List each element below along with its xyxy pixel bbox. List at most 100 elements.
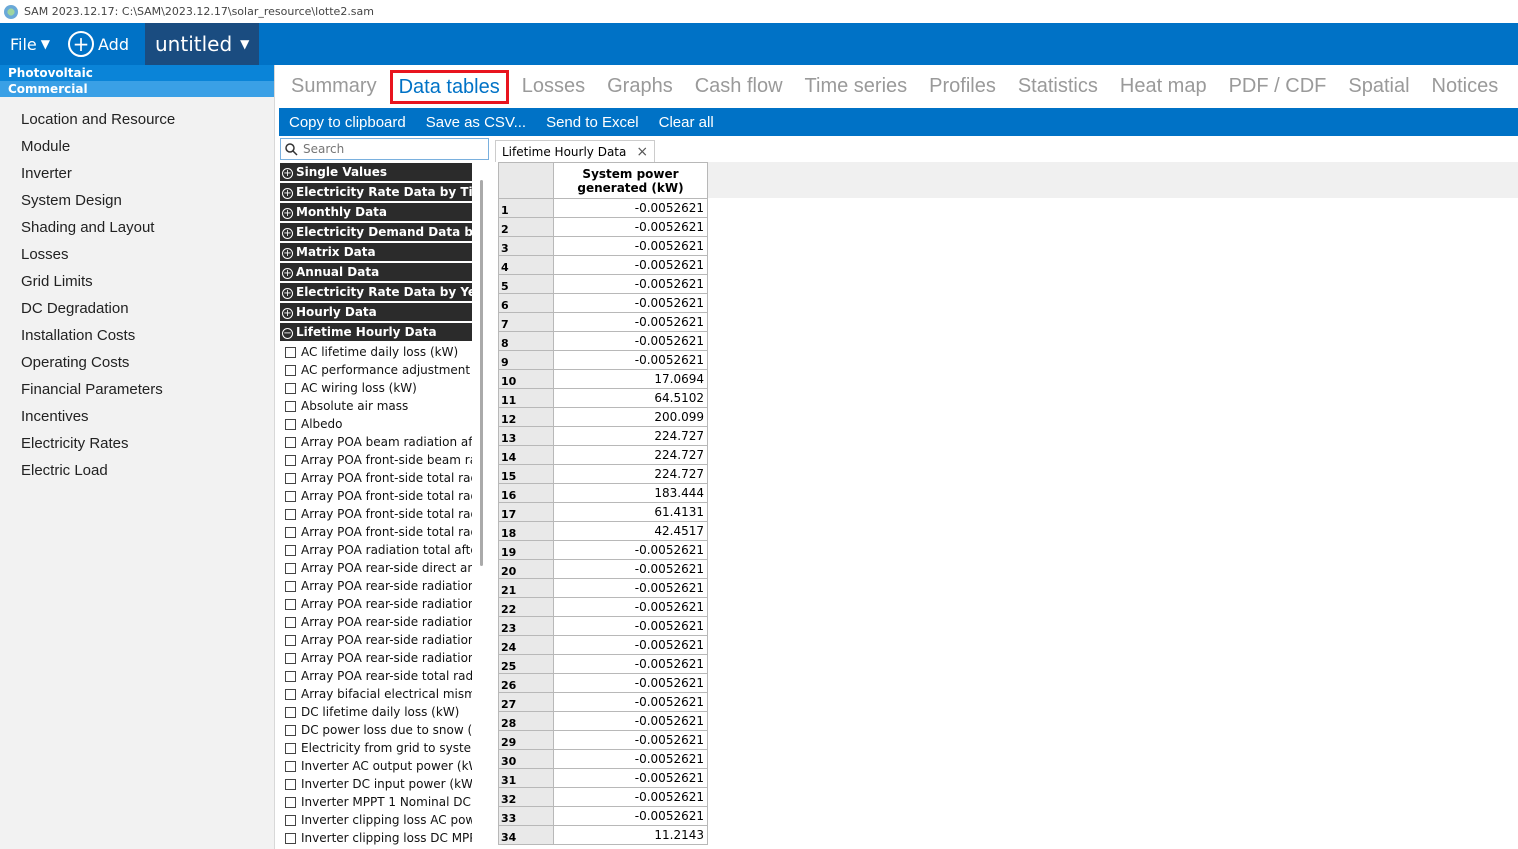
table-cell[interactable]: -0.0052621 — [553, 578, 708, 598]
financial-model-label[interactable]: Commercial — [0, 81, 274, 97]
input-page-item[interactable]: Losses — [0, 241, 274, 268]
table-cell[interactable]: -0.0052621 — [553, 331, 708, 351]
variable-checkbox[interactable] — [285, 760, 296, 772]
row-header[interactable]: 12 — [498, 407, 554, 427]
variable-item[interactable]: Inverter clipping loss DC MPPT voltage — [280, 829, 472, 847]
variable-item[interactable]: Array POA rear-side direct and diffuse — [280, 559, 472, 577]
tab-pdf-cdf[interactable]: PDF / CDF — [1220, 70, 1336, 104]
variable-checkbox[interactable] — [285, 364, 296, 376]
table-cell[interactable]: 64.5102 — [553, 388, 708, 408]
variable-item[interactable]: Array POA front-side total radiation — [280, 505, 472, 523]
clear-all-button[interactable]: Clear all — [649, 114, 724, 131]
row-header[interactable]: 23 — [498, 616, 554, 636]
row-header[interactable]: 13 — [498, 426, 554, 446]
row-header[interactable]: 3 — [498, 236, 554, 256]
variable-group-header[interactable]: + Hourly Data — [280, 303, 472, 321]
variable-group-header[interactable]: +Electricity Demand Data by Period — [280, 223, 472, 241]
row-header[interactable]: 26 — [498, 673, 554, 693]
input-page-item[interactable]: Financial Parameters — [0, 376, 274, 403]
input-page-item[interactable]: Incentives — [0, 403, 274, 430]
variable-item[interactable]: Inverter AC output power (kW) — [280, 757, 472, 775]
table-cell[interactable]: -0.0052621 — [553, 236, 708, 256]
table-cell[interactable]: -0.0052621 — [553, 749, 708, 769]
table-cell[interactable]: -0.0052621 — [553, 692, 708, 712]
table-cell[interactable]: -0.0052621 — [553, 559, 708, 579]
table-cell[interactable]: 224.727 — [553, 445, 708, 465]
input-page-item[interactable]: DC Degradation — [0, 295, 274, 322]
variable-group-header[interactable]: + Annual Data — [280, 263, 472, 281]
table-cell[interactable]: -0.0052621 — [553, 293, 708, 313]
row-header[interactable]: 16 — [498, 483, 554, 503]
table-cell[interactable]: -0.0052621 — [553, 274, 708, 294]
variable-item[interactable]: Array POA radiation total after soiling — [280, 541, 472, 559]
row-header[interactable]: 28 — [498, 711, 554, 731]
row-header[interactable]: 32 — [498, 787, 554, 807]
table-cell[interactable]: 224.727 — [553, 426, 708, 446]
variable-item[interactable]: Array bifacial electrical mismatch loss — [280, 685, 472, 703]
variable-item[interactable]: Array POA rear-side radiation blocked — [280, 613, 472, 631]
file-menu-button[interactable]: File ▼ — [0, 35, 60, 54]
table-cell[interactable]: -0.0052621 — [553, 217, 708, 237]
table-cell[interactable]: 200.099 — [553, 407, 708, 427]
variable-checkbox[interactable] — [285, 418, 296, 430]
variable-checkbox[interactable] — [285, 616, 296, 628]
table-cell[interactable]: -0.0052621 — [553, 616, 708, 636]
tab-spatial[interactable]: Spatial — [1339, 70, 1418, 104]
variable-checkbox[interactable] — [285, 796, 296, 808]
variable-item[interactable]: Inverter MPPT 1 Nominal DC voltage — [280, 793, 472, 811]
variable-checkbox[interactable] — [285, 490, 296, 502]
variable-item[interactable]: DC power loss due to snow (kW) — [280, 721, 472, 739]
variable-item[interactable]: AC wiring loss (kW) — [280, 379, 472, 397]
variable-checkbox[interactable] — [285, 706, 296, 718]
input-page-item[interactable]: Grid Limits — [0, 268, 274, 295]
variable-group-header[interactable]: + Electricity Rate Data by Year — [280, 283, 472, 301]
variable-group-header[interactable]: − Lifetime Hourly Data — [280, 323, 472, 341]
variable-item[interactable]: Array POA front-side total radiation — [280, 487, 472, 505]
variable-checkbox[interactable] — [285, 544, 296, 556]
tab-profiles[interactable]: Profiles — [920, 70, 1005, 104]
send-to-excel-button[interactable]: Send to Excel — [536, 114, 649, 131]
variable-item[interactable]: Inverter clipping loss AC power limit — [280, 811, 472, 829]
table-cell[interactable]: -0.0052621 — [553, 597, 708, 617]
variable-checkbox[interactable] — [285, 814, 296, 826]
table-cell[interactable]: 61.4131 — [553, 502, 708, 522]
row-header[interactable]: 31 — [498, 768, 554, 788]
case-tab-untitled[interactable]: untitled ▼ — [145, 23, 260, 65]
variable-checkbox[interactable] — [285, 688, 296, 700]
input-page-item[interactable]: Electricity Rates — [0, 430, 274, 457]
tab-cash-flow[interactable]: Cash flow — [686, 70, 792, 104]
input-page-item[interactable]: Inverter — [0, 160, 274, 187]
variable-item[interactable]: Albedo — [280, 415, 472, 433]
column-header[interactable]: System power generated (kW) — [553, 162, 708, 199]
variable-item[interactable]: Array POA rear-side radiation blocked — [280, 577, 472, 595]
row-header[interactable]: 1 — [498, 198, 554, 218]
variable-checkbox[interactable] — [285, 652, 296, 664]
variable-item[interactable]: Absolute air mass — [280, 397, 472, 415]
table-cell[interactable]: -0.0052621 — [553, 350, 708, 370]
variable-item[interactable]: Inverter DC input power (kW) — [280, 775, 472, 793]
row-header[interactable]: 18 — [498, 521, 554, 541]
variable-item[interactable]: Array POA rear-side radiation blocked — [280, 595, 472, 613]
table-cell[interactable]: -0.0052621 — [553, 198, 708, 218]
row-header[interactable]: 7 — [498, 312, 554, 332]
row-header[interactable]: 10 — [498, 369, 554, 389]
variable-checkbox[interactable] — [285, 508, 296, 520]
row-header[interactable]: 21 — [498, 578, 554, 598]
row-header[interactable]: 33 — [498, 806, 554, 826]
close-icon[interactable]: × — [636, 144, 648, 160]
technology-label[interactable]: Photovoltaic — [0, 65, 274, 81]
row-header[interactable]: 4 — [498, 255, 554, 275]
tab-time-series[interactable]: Time series — [796, 70, 917, 104]
tab-data-tables[interactable]: Data tables — [389, 70, 509, 104]
table-cell[interactable]: -0.0052621 — [553, 654, 708, 674]
variable-group-header[interactable]: +Electricity Rate Data by Tier and Perio… — [280, 183, 472, 201]
variable-group-header[interactable]: + Single Values — [280, 163, 472, 181]
variable-checkbox[interactable] — [285, 400, 296, 412]
search-input[interactable] — [303, 142, 483, 156]
row-header[interactable]: 25 — [498, 654, 554, 674]
tab-heat-map[interactable]: Heat map — [1111, 70, 1216, 104]
variable-item[interactable]: Array POA rear-side total radiation — [280, 667, 472, 685]
variable-list-scrollbar[interactable] — [480, 180, 483, 566]
variable-item[interactable]: Electricity from grid to system (kW) — [280, 739, 472, 757]
variable-item[interactable]: Array POA front-side beam radiation — [280, 451, 472, 469]
